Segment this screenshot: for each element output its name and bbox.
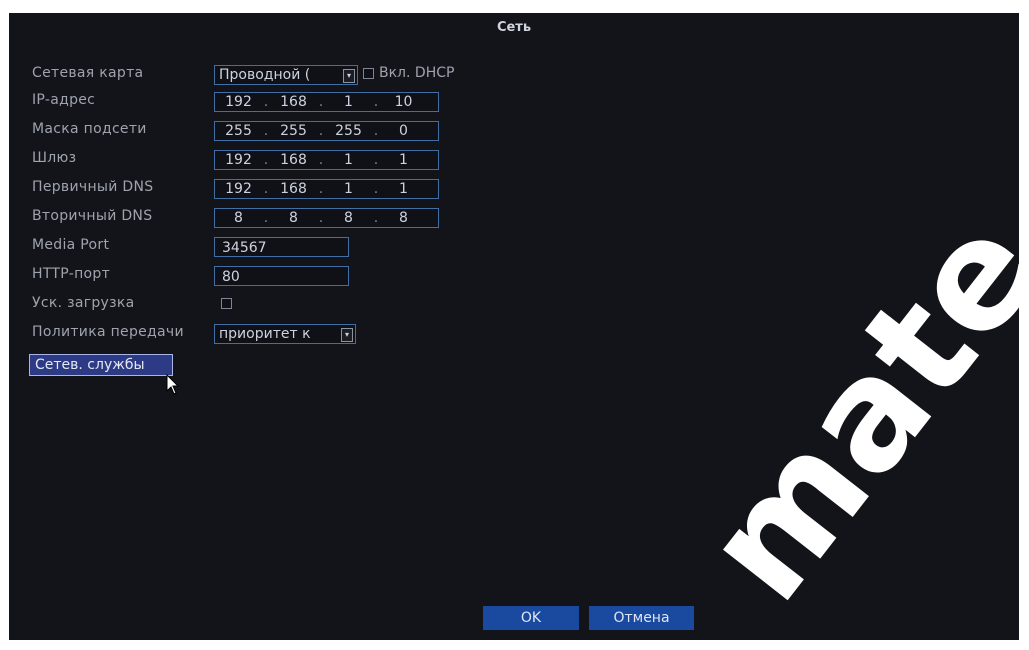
primary-dns-field[interactable]: 192. 168. 1. 1: [214, 179, 439, 199]
chevron-down-icon: ▾: [343, 69, 355, 83]
mask-octet-2[interactable]: 255: [270, 121, 317, 141]
octet-separator: .: [318, 210, 324, 226]
mask-octet-3[interactable]: 255: [325, 121, 372, 141]
octet-separator: .: [373, 152, 379, 168]
dns2-octet-1[interactable]: 8: [215, 208, 262, 228]
ip-address-label: IP-адрес: [32, 92, 96, 108]
http-port-input[interactable]: 80: [214, 266, 349, 286]
octet-separator: .: [318, 181, 324, 197]
octet-separator: .: [263, 123, 269, 139]
subnet-mask-field[interactable]: 255. 255. 255. 0: [214, 121, 439, 141]
octet-separator: .: [263, 181, 269, 197]
network-dialog: Сеть Сетевая карта Проводной ( ▾ Вкл. DH…: [9, 13, 1019, 640]
http-port-label: HTTP-порт: [32, 266, 111, 282]
gateway-octet-3[interactable]: 1: [325, 150, 372, 170]
ip-octet-4[interactable]: 10: [380, 92, 427, 112]
network-card-value: Проводной (: [219, 67, 311, 83]
mouse-pointer-icon: [166, 374, 180, 395]
secondary-dns-label: Вторичный DNS: [32, 208, 153, 224]
transfer-policy-select[interactable]: приоритет к ▾: [214, 324, 356, 344]
octet-separator: .: [373, 94, 379, 110]
gateway-octet-4[interactable]: 1: [380, 150, 427, 170]
octet-separator: .: [373, 123, 379, 139]
octet-separator: .: [263, 94, 269, 110]
dns2-octet-2[interactable]: 8: [270, 208, 317, 228]
octet-separator: .: [318, 152, 324, 168]
mask-octet-1[interactable]: 255: [215, 121, 262, 141]
octet-separator: .: [318, 94, 324, 110]
octet-separator: .: [373, 210, 379, 226]
subnet-mask-label: Маска подсети: [32, 121, 147, 137]
ip-octet-1[interactable]: 192: [215, 92, 262, 112]
network-card-select[interactable]: Проводной ( ▾: [214, 65, 358, 85]
gateway-octet-1[interactable]: 192: [215, 150, 262, 170]
mask-octet-4[interactable]: 0: [380, 121, 427, 141]
ip-octet-2[interactable]: 168: [270, 92, 317, 112]
fast-download-label: Уск. загрузка: [32, 295, 135, 311]
dhcp-checkbox[interactable]: [363, 68, 374, 79]
dns2-octet-3[interactable]: 8: [325, 208, 372, 228]
dns1-octet-2[interactable]: 168: [270, 179, 317, 199]
transfer-policy-value: приоритет к: [219, 326, 311, 342]
media-port-input[interactable]: 34567: [214, 237, 349, 257]
dialog-title: Сеть: [496, 20, 532, 35]
secondary-dns-field[interactable]: 8. 8. 8. 8: [214, 208, 439, 228]
dhcp-label: Вкл. DHCP: [379, 65, 455, 81]
dns1-octet-3[interactable]: 1: [325, 179, 372, 199]
octet-separator: .: [373, 181, 379, 197]
ok-button[interactable]: OK: [483, 606, 579, 630]
chevron-down-icon: ▾: [341, 328, 353, 342]
dns1-octet-4[interactable]: 1: [380, 179, 427, 199]
octet-separator: .: [263, 210, 269, 226]
ip-octet-3[interactable]: 1: [325, 92, 372, 112]
gateway-label: Шлюз: [32, 150, 77, 166]
media-port-label: Media Port: [32, 237, 110, 253]
cancel-button[interactable]: Отмена: [589, 606, 694, 630]
primary-dns-label: Первичный DNS: [32, 179, 154, 195]
fast-download-checkbox[interactable]: [221, 298, 232, 309]
dns2-octet-4[interactable]: 8: [380, 208, 427, 228]
ip-address-field[interactable]: 192. 168. 1. 10: [214, 92, 439, 112]
octet-separator: .: [263, 152, 269, 168]
dns1-octet-1[interactable]: 192: [215, 179, 262, 199]
gateway-field[interactable]: 192. 168. 1. 1: [214, 150, 439, 170]
network-card-label: Сетевая карта: [32, 65, 144, 81]
octet-separator: .: [318, 123, 324, 139]
gateway-octet-2[interactable]: 168: [270, 150, 317, 170]
network-services-button[interactable]: Сетев. службы: [29, 354, 173, 376]
transfer-policy-label: Политика передачи: [32, 324, 184, 340]
